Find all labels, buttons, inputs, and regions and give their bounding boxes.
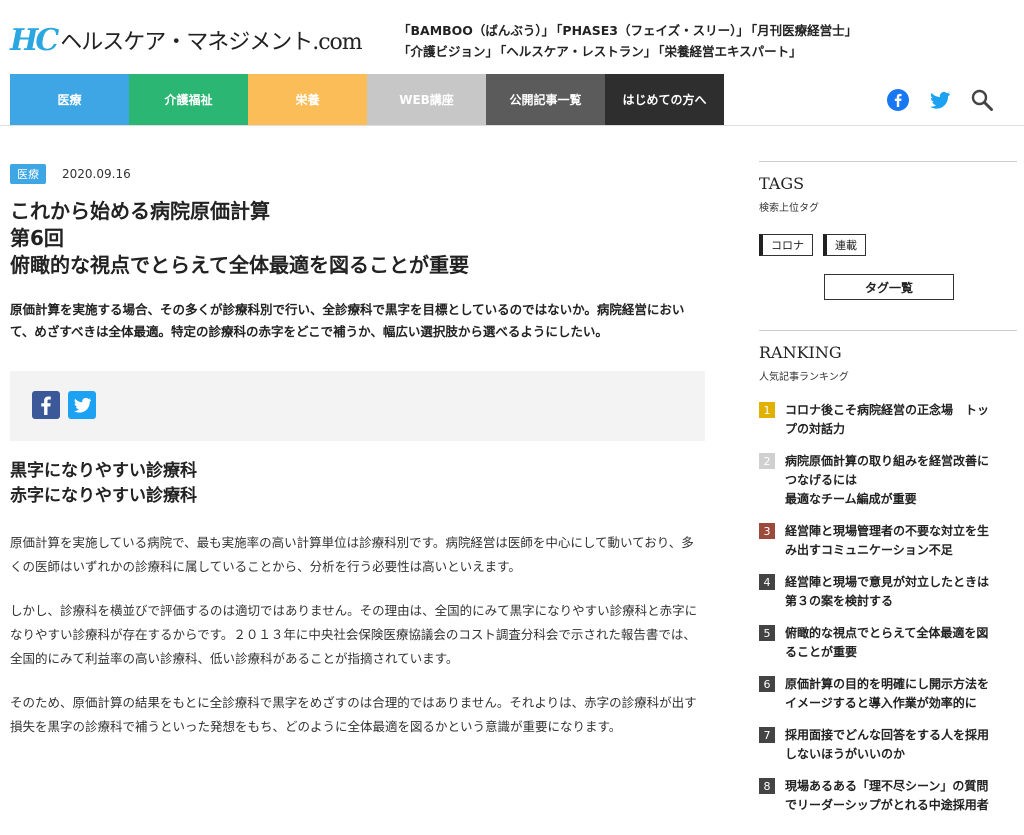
sidebar: TAGS 検索上位タグ コロナ 連載 タグ一覧 RANKING 人気記事ランキン… (759, 161, 1017, 828)
tags-heading: TAGS (759, 174, 805, 193)
title-line: これから始める病院原価計算 (10, 199, 270, 223)
header-icons (886, 88, 994, 112)
ranking-title-line: 原価計算の目的を明確にし開示方法を (785, 677, 990, 691)
body-paragraph: しかし、診療科を横並びで評価するのは適切ではありません。その理由は、全国的にみて… (10, 603, 698, 666)
ranking-title-line: ることが重要 (785, 645, 858, 659)
ranking-title-line: しないほうがいいのか (785, 747, 906, 761)
search-icon[interactable] (970, 88, 994, 112)
ranking-item[interactable]: 8 現場あるある「理不尽シーン」の質問 でリーダーシップがとれる中途採用者 (759, 777, 1017, 815)
twitter-icon (74, 397, 91, 413)
publish-date: 2020.09.16 (62, 167, 131, 181)
ranking-title-line: 経営陣と現場で意見が対立したときは (785, 575, 990, 589)
ranking-title-line: 採用面接でどんな回答をする人を採用 (785, 728, 990, 742)
ranking-title-line: 第３の案を検討する (785, 594, 894, 608)
body-paragraph: そのため、原価計算の結果をもとに全診療科で黒字をめざすのは合理的ではありません。… (10, 695, 697, 734)
facebook-icon[interactable] (886, 88, 910, 112)
ranking-item[interactable]: 2 病院原価計算の取り組みを経営改善に つなげるには最適なチーム編成が重要 (759, 452, 1017, 509)
ranking-title: 採用面接でどんな回答をする人を採用 しないほうがいいのか (785, 726, 1007, 764)
ranking-title-line: 俯瞰的な視点でとらえて全体最適を図 (785, 626, 989, 640)
nav-item-koukai-kiji[interactable]: 公開記事一覧 (486, 74, 605, 125)
site-logo[interactable]: HC ヘルスケア・マネジメント.com (10, 20, 363, 60)
publication-link-iryokeieishi[interactable]: 「月刊医療経営士」 (751, 23, 857, 38)
main-nav: 医療 介護福祉 栄養 WEB講座 公開記事一覧 はじめての方へ (10, 74, 724, 125)
ranking-number: 8 (759, 778, 775, 794)
ranking-title-line: コロナ後こそ病院経営の正念場 トッ (785, 403, 990, 417)
ranking-title: 病院原価計算の取り組みを経営改善に つなげるには最適なチーム編成が重要 (785, 452, 1007, 509)
ranking-title-line: 現場あるある「理不尽シーン」の質問 (785, 779, 989, 793)
nav-item-eiyo[interactable]: 栄養 (248, 74, 367, 125)
ranking-item[interactable]: 6 原価計算の目的を明確にし開示方法を イメージすると導入作業が効率的に (759, 675, 1017, 713)
ranking-number: 4 (759, 574, 775, 590)
article: 医療 2020.09.16 これから始める病院原価計算 第6回 俯瞰的な視点でと… (10, 164, 705, 739)
tag-corona[interactable]: コロナ (759, 234, 813, 256)
ranking-item[interactable]: 3 経営陣と現場管理者の不要な対立を生 み出すコミュニケーション不足 (759, 522, 1017, 560)
publication-links: 「BAMBOO（ばんぶう）」 「PHASE3（フェイズ・スリー）」 「月刊医療経営士… (398, 20, 898, 62)
tag-rensai[interactable]: 連載 (823, 234, 866, 256)
ranking-number: 3 (759, 523, 775, 539)
sidebar-divider (759, 161, 1017, 162)
tag-list-button[interactable]: タグ一覧 (824, 274, 954, 300)
ranking-subheading: 人気記事ランキング (759, 372, 849, 383)
publication-link-kaigo-vision[interactable]: 「介護ビジョン」 (398, 44, 498, 59)
ranking-title: 経営陣と現場管理者の不要な対立を生 み出すコミュニケーション不足 (785, 522, 1007, 560)
publication-link-bamboo[interactable]: 「BAMBOO（ばんぶう）」 (398, 23, 554, 38)
article-title: これから始める病院原価計算 第6回 俯瞰的な視点でとらえて全体最適を図ることが重… (10, 198, 705, 279)
ranking-number: 6 (759, 676, 775, 692)
ranking-title-line: 病院原価計算の取り組みを経営改善に (785, 454, 990, 468)
article-lead: 原価計算を実施する場合、その多くが診療科別で行い、全診療科で黒字を目標としている… (10, 302, 685, 339)
ranking-list: 1 コロナ後こそ病院経営の正念場 トッ プの対話力 2 病院原価計算の取り組みを経営改善… (759, 401, 1017, 815)
tag-list: コロナ 連載 (759, 234, 1017, 256)
ranking-number: 7 (759, 727, 775, 743)
heading-line: 赤字になりやすい診療科 (10, 486, 197, 506)
ranking-title: 俯瞰的な視点でとらえて全体最適を図 ることが重要 (785, 624, 1007, 662)
sidebar-divider (759, 330, 1017, 331)
ranking-title: 現場あるある「理不尽シーン」の質問 でリーダーシップがとれる中途採用者 (785, 777, 1007, 815)
body-paragraph: 原価計算を実施している病院で、最も実施率の高い計算単位は診療科別です。病院経営は… (10, 535, 694, 574)
twitter-icon[interactable] (928, 88, 952, 112)
ranking-title-line: イメージすると導入作業が効率的に (785, 696, 977, 710)
nav-item-kaigo[interactable]: 介護福祉 (129, 74, 248, 125)
header-divider (0, 125, 1024, 126)
ranking-item[interactable]: 5 俯瞰的な視点でとらえて全体最適を図 ることが重要 (759, 624, 1017, 662)
ranking-item[interactable]: 7 採用面接でどんな回答をする人を採用 しないほうがいいのか (759, 726, 1017, 764)
publication-link-eiyo-expert[interactable]: 「栄養経営エキスパート」 (658, 44, 801, 59)
share-facebook-button[interactable] (32, 391, 60, 419)
ranking-title-line: み出すコミュニケーション不足 (785, 543, 953, 557)
ranking-number: 2 (759, 453, 775, 469)
nav-item-iryo[interactable]: 医療 (10, 74, 129, 125)
facebook-icon (41, 396, 51, 415)
publication-row: 「介護ビジョン」 「ヘルスケア・レストラン」 「栄養経営エキスパート」 (398, 41, 898, 62)
ranking-title-line: でリーダーシップがとれる中途採用者 (785, 798, 989, 812)
ranking-title: 経営陣と現場で意見が対立したときは 第３の案を検討する (785, 573, 1007, 611)
title-line: 俯瞰的な視点でとらえて全体最適を図ることが重要 (10, 253, 469, 277)
ranking-heading: RANKING (759, 343, 842, 362)
article-meta: 医療 2020.09.16 (10, 164, 705, 184)
ranking-number: 5 (759, 625, 775, 641)
heading-line: 黒字になりやすい診療科 (10, 461, 197, 481)
ranking-title-line: プの対話力 (785, 422, 846, 436)
publication-row: 「BAMBOO（ばんぶう）」 「PHASE3（フェイズ・スリー）」 「月刊医療経営士… (398, 20, 898, 41)
nav-item-web-koza[interactable]: WEB講座 (367, 74, 486, 125)
ranking-title: コロナ後こそ病院経営の正念場 トッ プの対話力 (785, 401, 1007, 439)
logo-text: ヘルスケア・マネジメント.com (60, 30, 362, 55)
ranking-title: 原価計算の目的を明確にし開示方法を イメージすると導入作業が効率的に (785, 675, 1007, 713)
ranking-number: 1 (759, 402, 775, 418)
title-line: 第6回 (10, 226, 64, 250)
share-bar (10, 371, 705, 441)
category-badge[interactable]: 医療 (10, 164, 46, 184)
nav-item-hajimete[interactable]: はじめての方へ (605, 74, 724, 125)
logo-mark: HC (10, 22, 59, 58)
ranking-title-line: 経営陣と現場管理者の不要な対立を生 (785, 524, 990, 538)
ranking-item[interactable]: 4 経営陣と現場で意見が対立したときは 第３の案を検討する (759, 573, 1017, 611)
ranking-title-line: つなげるには (785, 473, 858, 487)
section-heading: 黒字になりやすい診療科 赤字になりやすい診療科 (10, 459, 705, 509)
share-twitter-button[interactable] (68, 391, 96, 419)
publication-link-phase3[interactable]: 「PHASE3（フェイズ・スリー）」 (556, 23, 749, 38)
publication-link-healthcare-restaurant[interactable]: 「ヘルスケア・レストラン」 (500, 44, 656, 59)
ranking-item[interactable]: 1 コロナ後こそ病院経営の正念場 トッ プの対話力 (759, 401, 1017, 439)
tags-subheading: 検索上位タグ (759, 203, 819, 214)
ranking-title-line: 最適なチーム編成が重要 (785, 492, 917, 506)
